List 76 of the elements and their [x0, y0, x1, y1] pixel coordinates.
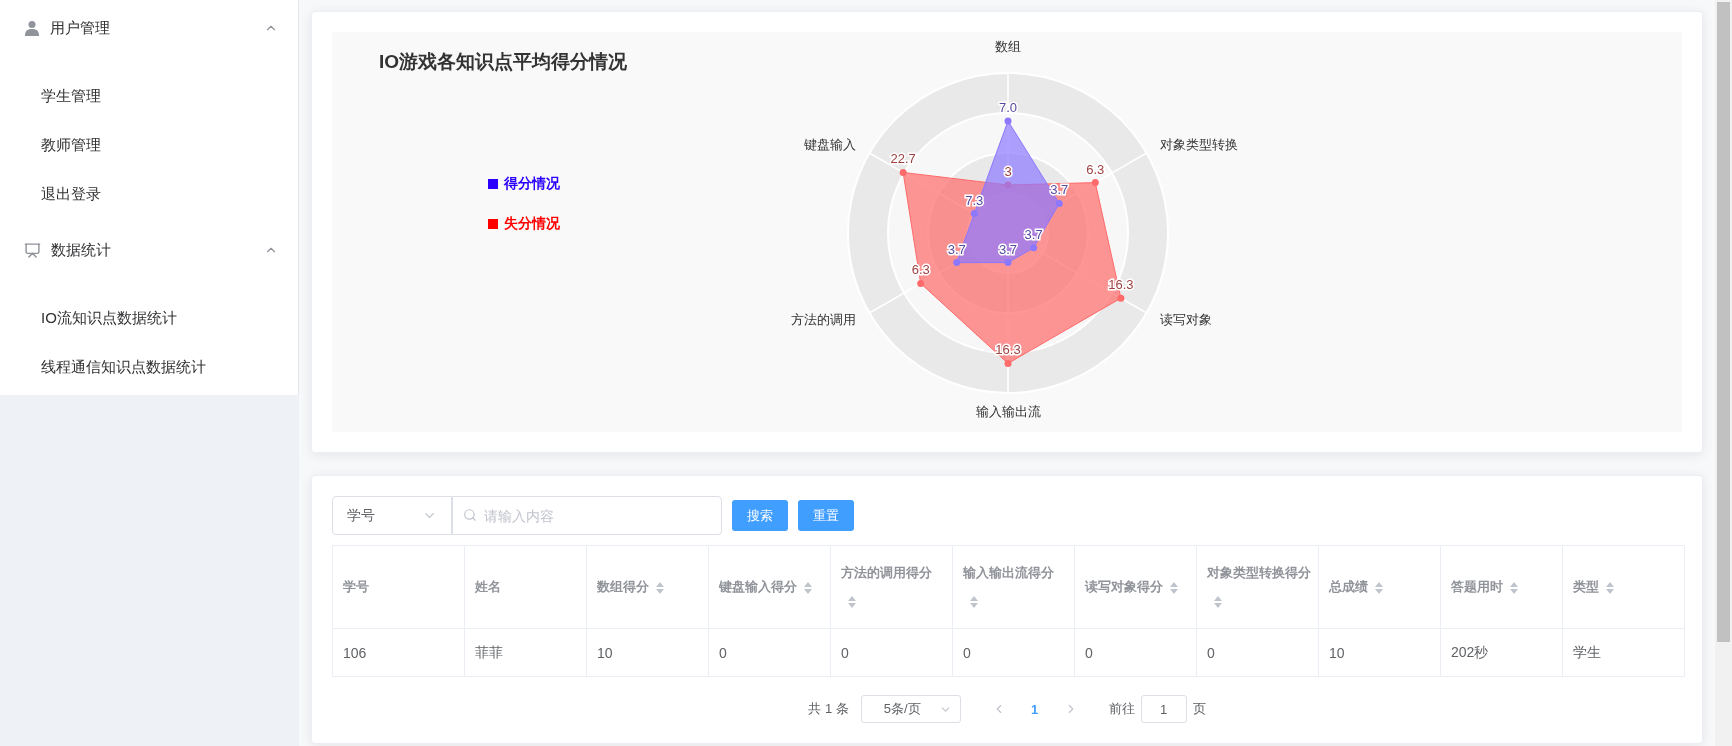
menu-item[interactable]: IO流知识点数据统计: [0, 294, 298, 343]
data-point: [1091, 179, 1099, 187]
page-suffix: 页: [1192, 700, 1206, 718]
sort-icon[interactable]: [655, 580, 665, 595]
column-header: 对象类型转换得分: [1207, 565, 1311, 580]
scrollbar-thumb[interactable]: [1717, 2, 1730, 642]
table-cell: 0: [952, 628, 1075, 677]
data-label: 3: [1004, 164, 1012, 179]
table-cell: 10: [1318, 628, 1441, 677]
column-header: 总成绩: [1329, 579, 1368, 594]
axis-label: 方法的调用: [791, 311, 857, 327]
sort-icon[interactable]: [847, 594, 857, 609]
data-point: [953, 259, 961, 267]
axis-label: 数组: [995, 39, 1021, 55]
legend-label[interactable]: 失分情况: [504, 215, 560, 233]
page-input[interactable]: 1: [1140, 695, 1187, 723]
column-header: 答题用时: [1451, 579, 1503, 594]
data-label: 3.7: [947, 241, 966, 257]
field-select[interactable]: 学号: [332, 496, 452, 535]
data-point: [1004, 259, 1012, 267]
data-point: [1004, 117, 1012, 125]
user-icon: [24, 20, 40, 36]
goto-label: 前往: [1108, 700, 1135, 718]
table-cell: 202秒: [1440, 628, 1563, 677]
data-label: 6.3: [1086, 161, 1105, 177]
column-header: 姓名: [475, 579, 501, 594]
column-header: 输入输出流得分: [963, 565, 1054, 580]
sort-icon[interactable]: [1213, 594, 1223, 609]
menu-group-title[interactable]: 用户管理: [50, 18, 254, 38]
chart-title: IO游戏各知识点平均得分情况: [379, 50, 628, 74]
axis-label: 对象类型转换: [1159, 136, 1238, 152]
data-point: [917, 279, 925, 287]
menu-item[interactable]: 退出登录: [0, 170, 298, 219]
column-header: 方法的调用得分: [841, 565, 932, 580]
data-point: [970, 210, 978, 218]
table-cell: 0: [830, 628, 953, 677]
table-cell: 106: [332, 628, 465, 677]
column-header: 键盘输入得分: [719, 579, 797, 594]
legend-label[interactable]: 得分情况: [504, 175, 560, 193]
data-label: 3.7: [998, 241, 1018, 257]
menu-item[interactable]: 线程通信知识点数据统计: [0, 343, 298, 392]
sort-icon[interactable]: [1605, 580, 1615, 595]
table-cell: 学生: [1562, 628, 1685, 677]
axis-label: 输入输出流: [975, 404, 1041, 420]
presentation-chart-icon: [24, 241, 41, 259]
sort-icon[interactable]: [969, 594, 979, 609]
column-header: 学号: [343, 579, 369, 594]
column-header: 数组得分: [597, 579, 649, 594]
menu-group-title[interactable]: 数据统计: [51, 240, 254, 260]
sort-icon[interactable]: [1374, 580, 1384, 595]
page-size-select[interactable]: 5条/页: [860, 695, 961, 723]
sort-icon[interactable]: [1509, 580, 1519, 595]
column-header: 类型: [1573, 579, 1599, 594]
data-label: 7.0: [998, 100, 1018, 115]
total-count: 共 1 条: [808, 700, 849, 718]
sort-icon[interactable]: [1169, 580, 1179, 595]
data-label: 16.3: [995, 342, 1021, 358]
menu-item[interactable]: 教师管理: [0, 121, 298, 170]
data-point: [1055, 199, 1063, 207]
search-field[interactable]: 请输入内容: [452, 496, 722, 535]
axis-label: 读写对象: [1159, 311, 1212, 327]
table-cell: 10: [586, 628, 709, 677]
data-label: 3.7: [1050, 182, 1069, 198]
data-point: [1030, 244, 1038, 252]
axis-label: 键盘输入: [804, 136, 857, 152]
search-icon: [463, 508, 477, 522]
data-label: 7.3: [965, 192, 984, 208]
table-cell: 0: [1074, 628, 1197, 677]
sort-icon[interactable]: [803, 580, 813, 595]
table-cell: 0: [708, 628, 831, 677]
column-header: 读写对象得分: [1085, 579, 1163, 594]
data-label: 3.7: [1024, 226, 1043, 242]
data-label: 22.7: [890, 151, 916, 167]
menu-item[interactable]: 学生管理: [0, 72, 298, 121]
table-cell: 0: [1196, 628, 1319, 677]
table-cell: 菲菲: [464, 628, 587, 677]
